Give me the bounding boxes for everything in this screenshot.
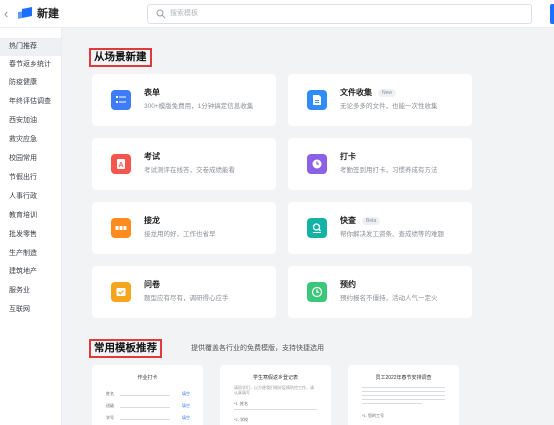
card-file-collect[interactable]: 文件收集 New 无论多多的文件，也能一次性收集 bbox=[288, 74, 472, 126]
template-title: 学生寒假返乡登记表 bbox=[252, 375, 298, 381]
template-preview: 学生寒假返乡登记表 请同学们，以方便我们做好疫情防控工作，请认真填写 *1. 姓… bbox=[232, 365, 319, 425]
sidebar-item-manufacturing[interactable]: 生产制造 bbox=[0, 245, 61, 263]
survey-icon bbox=[111, 282, 131, 302]
card-title: 打卡 bbox=[340, 152, 356, 161]
card-description: 题型应有尽有，调研得心应手 bbox=[144, 295, 229, 302]
beta-badge: Beta bbox=[362, 217, 381, 225]
booking-icon bbox=[307, 282, 327, 302]
card-title: 预约 bbox=[340, 280, 356, 289]
sidebar-item-education[interactable]: 教育培训 bbox=[0, 207, 61, 225]
sidebar-item-construction[interactable]: 建筑地产 bbox=[0, 263, 61, 281]
intro-text-line bbox=[362, 399, 445, 400]
template-card-homework[interactable]: 作业打卡 姓名 填空 班级 填空 学号 填空 bbox=[92, 365, 203, 425]
sidebar-item-service[interactable]: 服务业 bbox=[0, 282, 61, 300]
template-card-student-return[interactable]: 学生寒假返乡登记表 请同学们，以方便我们做好疫情防控工作，请认真填写 *1. 姓… bbox=[220, 365, 331, 425]
card-exam[interactable]: A 考试 考试测评在线答，交卷成绩能看 bbox=[92, 138, 276, 190]
template-intro: 请同学们，以方便我们做好疫情防控工作，请认真填写 bbox=[234, 385, 314, 395]
card-title: 表单 bbox=[144, 88, 160, 97]
sidebar-item-campus[interactable]: 校园常用 bbox=[0, 150, 61, 168]
field-underline bbox=[120, 407, 170, 408]
quick-search-icon bbox=[307, 218, 327, 238]
form-list-icon bbox=[111, 90, 131, 110]
template-section-subtitle: 提供覆盖各行业的免费模版，支持快捷选用 bbox=[191, 345, 324, 352]
main-content: 从场景新建 表单 300+模版免费用，1分钟搞定信息收集 文件收集 New 无论多… bbox=[63, 28, 554, 425]
page-title: 新建 bbox=[37, 8, 59, 20]
search-input[interactable]: 搜索模板 bbox=[147, 4, 532, 24]
edge-action-button[interactable] bbox=[550, 4, 554, 24]
card-title: 快查 Beta bbox=[340, 215, 381, 226]
card-description: 预约报名不僵持，活动人气一定火 bbox=[340, 295, 438, 302]
field-label: 学号 bbox=[106, 415, 114, 420]
template-title: 作业打卡 bbox=[137, 375, 158, 381]
intro-text-line bbox=[362, 387, 445, 388]
field-action: 填空 bbox=[182, 415, 190, 420]
svg-text:A: A bbox=[118, 162, 123, 169]
new-badge: New bbox=[378, 89, 397, 97]
template-preview: 作业打卡 姓名 填空 班级 填空 学号 填空 bbox=[104, 365, 191, 425]
card-quick-search[interactable]: 快查 Beta 帮你解决发工资条、查成绩等的难题 bbox=[288, 202, 472, 254]
card-checkin[interactable]: 打卡 考勤签到用打卡，习惯养成有方法 bbox=[288, 138, 472, 190]
card-title: 接龙 bbox=[144, 216, 160, 225]
intro-text-line bbox=[362, 395, 445, 396]
search-icon bbox=[156, 9, 166, 19]
sidebar-item-disaster[interactable]: 救灾应急 bbox=[0, 131, 61, 149]
template-card-employee-survey[interactable]: 员工2022年春节安排调查 *1. 您的工号 bbox=[348, 365, 459, 425]
card-survey[interactable]: 问卷 题型应有尽有，调研得心应手 bbox=[92, 266, 276, 318]
card-booking[interactable]: 预约 预约报名不僵持，活动人气一定火 bbox=[288, 266, 472, 318]
card-description: 无论多多的文件，也能一次性收集 bbox=[340, 103, 438, 110]
question-label: *1. 您的工号 bbox=[362, 413, 385, 418]
sidebar-item-retail[interactable]: 批发零售 bbox=[0, 226, 61, 244]
template-title: 员工2022年春节安排调查 bbox=[375, 375, 432, 381]
card-title: 文件收集 New bbox=[340, 87, 397, 98]
answer-box bbox=[234, 409, 317, 410]
search-placeholder: 搜索模板 bbox=[170, 10, 198, 17]
sidebar-item-spring-festival[interactable]: 春节返乡统计 bbox=[0, 56, 61, 74]
sidebar-item-holiday[interactable]: 节假出行 bbox=[0, 169, 61, 187]
sidebar-item-epidemic[interactable]: 防疫健康 bbox=[0, 74, 61, 92]
sidebar-item-xian[interactable]: 西安加油 bbox=[0, 112, 61, 130]
sidebar-item-hot[interactable]: 热门推荐 bbox=[0, 38, 61, 56]
question-label: *2. 学校 bbox=[234, 417, 249, 422]
top-bar: ‹ 新建 搜索模板 bbox=[0, 0, 554, 28]
sidebar-item-internet[interactable]: 互联网 bbox=[0, 301, 61, 319]
card-description: 考试测评在线答，交卷成绩能看 bbox=[144, 167, 235, 174]
card-relay[interactable]: 接龙 接龙用的好，工作也省早 bbox=[92, 202, 276, 254]
exam-icon: A bbox=[111, 154, 131, 174]
clock-icon bbox=[307, 154, 327, 174]
chevron-left-icon[interactable]: ‹ bbox=[4, 5, 8, 23]
field-label: 姓名 bbox=[106, 391, 114, 396]
intro-text-line bbox=[362, 391, 445, 392]
field-action: 填空 bbox=[182, 403, 190, 408]
field-underline bbox=[120, 419, 170, 420]
card-description: 接龙用的好，工作也省早 bbox=[144, 231, 216, 238]
sidebar-item-year-end[interactable]: 年终评估调查 bbox=[0, 93, 61, 111]
card-title: 问卷 bbox=[144, 280, 160, 289]
field-action: 填空 bbox=[182, 391, 190, 396]
card-description: 300+模版免费用，1分钟搞定信息收集 bbox=[144, 103, 254, 110]
card-title: 考试 bbox=[144, 152, 160, 161]
field-underline bbox=[120, 395, 170, 396]
template-section-title: 常用模板推荐 bbox=[89, 339, 162, 358]
brand-logo-icon bbox=[18, 7, 32, 19]
card-description: 帮你解决发工资条、查成绩等的难题 bbox=[340, 231, 444, 238]
sidebar-item-hr[interactable]: 人事行政 bbox=[0, 188, 61, 206]
intro-text-line bbox=[362, 403, 422, 404]
relay-icon bbox=[111, 218, 131, 238]
category-sidebar: 热门推荐 春节返乡统计 防疫健康 年终评估调查 西安加油 救灾应急 校园常用 节… bbox=[0, 28, 62, 425]
scene-section-title: 从场景新建 bbox=[89, 48, 152, 67]
template-preview: 员工2022年春节安排调查 *1. 您的工号 bbox=[360, 365, 447, 425]
card-form[interactable]: 表单 300+模版免费用，1分钟搞定信息收集 bbox=[92, 74, 276, 126]
field-label: 班级 bbox=[106, 403, 114, 408]
card-description: 考勤签到用打卡，习惯养成有方法 bbox=[340, 167, 438, 174]
file-collect-icon bbox=[307, 90, 327, 110]
question-label: *1. 姓名 bbox=[234, 401, 249, 406]
